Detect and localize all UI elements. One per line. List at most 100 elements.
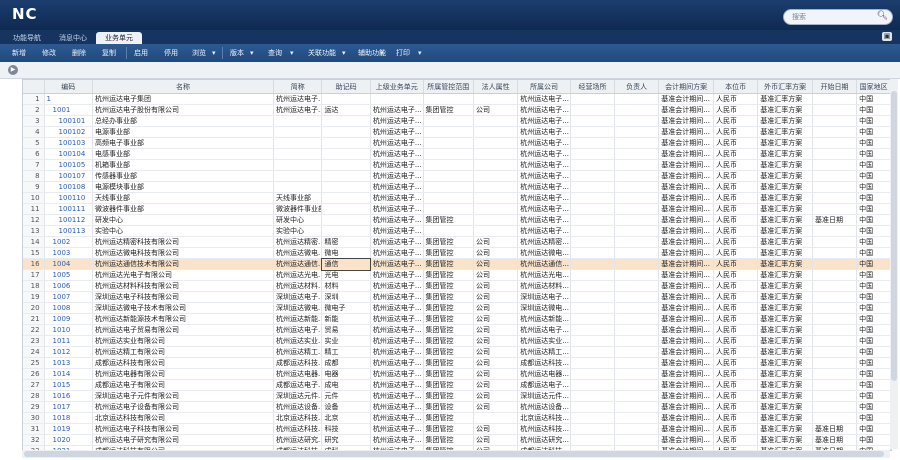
start-date-cell[interactable] bbox=[812, 126, 858, 138]
responsible-cell[interactable] bbox=[614, 159, 660, 171]
short-name-cell[interactable]: 杭州运达微电... bbox=[273, 247, 323, 259]
query-dropdown-icon[interactable]: ▾ bbox=[286, 47, 298, 59]
legal-attribute-cell[interactable]: 公司 bbox=[473, 434, 519, 446]
mnemonic-cell[interactable]: 运达 bbox=[321, 104, 371, 116]
accounting-period-cell[interactable]: 基准会计期间... bbox=[658, 280, 715, 292]
responsible-cell[interactable] bbox=[614, 357, 660, 369]
currency-cell[interactable]: 人民币 bbox=[713, 148, 759, 160]
name-cell[interactable]: 杭州运达电器有限公司 bbox=[92, 368, 275, 380]
exchange-rate-cell[interactable]: 基准汇率方案 bbox=[757, 181, 813, 193]
mnemonic-cell[interactable] bbox=[321, 159, 371, 171]
country-cell[interactable]: 中国 bbox=[856, 401, 891, 413]
row-number[interactable]: 19 bbox=[23, 291, 45, 303]
header-exchange-rate[interactable]: 外币汇率方案 bbox=[757, 80, 813, 94]
short-name-cell[interactable]: 杭州运达科技... bbox=[273, 423, 323, 435]
responsible-cell[interactable] bbox=[614, 126, 660, 138]
header-currency[interactable]: 本位币 bbox=[713, 80, 759, 94]
control-scope-cell[interactable]: 集团管控 bbox=[423, 346, 475, 358]
currency-cell[interactable]: 人民币 bbox=[713, 181, 759, 193]
currency-cell[interactable]: 人民币 bbox=[713, 423, 759, 435]
company-cell[interactable]: 杭州运达电子... bbox=[517, 214, 571, 226]
company-cell[interactable]: 杭州运达新能... bbox=[517, 313, 571, 325]
accounting-period-cell[interactable]: 基准会计期间... bbox=[658, 390, 715, 402]
code-cell[interactable]: 1017 bbox=[44, 401, 93, 413]
business-place-cell[interactable] bbox=[570, 335, 616, 347]
code-cell[interactable]: 1009 bbox=[44, 313, 93, 325]
header-code[interactable]: 编码 bbox=[44, 80, 93, 94]
accounting-period-cell[interactable]: 基准会计期间... bbox=[658, 357, 715, 369]
legal-attribute-cell[interactable] bbox=[473, 93, 519, 105]
mnemonic-cell[interactable]: 贸易 bbox=[321, 324, 371, 336]
control-scope-cell[interactable]: 集团管控 bbox=[423, 258, 475, 270]
row-number[interactable]: 18 bbox=[23, 280, 45, 292]
control-scope-cell[interactable]: 集团管控 bbox=[423, 390, 475, 402]
control-scope-cell[interactable]: 集团管控 bbox=[423, 324, 475, 336]
legal-attribute-cell[interactable]: 公司 bbox=[473, 258, 519, 270]
start-date-cell[interactable] bbox=[812, 192, 858, 204]
mnemonic-cell[interactable]: 材料 bbox=[321, 280, 371, 292]
print-dropdown-icon[interactable]: ▾ bbox=[414, 47, 426, 59]
mnemonic-cell[interactable] bbox=[321, 214, 371, 226]
legal-attribute-cell[interactable] bbox=[473, 115, 519, 127]
short-name-cell[interactable]: 杭州运达电器... bbox=[273, 368, 323, 380]
browse-button[interactable]: 浏览 bbox=[188, 47, 210, 59]
code-cell[interactable]: 100112 bbox=[44, 214, 93, 226]
name-cell[interactable]: 北京运达科技有限公司 bbox=[92, 412, 275, 424]
responsible-cell[interactable] bbox=[614, 346, 660, 358]
responsible-cell[interactable] bbox=[614, 236, 660, 248]
row-number[interactable]: 14 bbox=[23, 236, 45, 248]
mnemonic-cell[interactable] bbox=[321, 93, 371, 105]
parent-unit-cell[interactable]: 杭州运达电子... bbox=[370, 225, 424, 237]
mnemonic-cell[interactable] bbox=[321, 192, 371, 204]
control-scope-cell[interactable]: 集团管控 bbox=[423, 214, 475, 226]
header-company[interactable]: 所属公司 bbox=[517, 80, 571, 94]
mnemonic-cell[interactable] bbox=[321, 203, 371, 215]
start-date-cell[interactable] bbox=[812, 258, 858, 270]
parent-unit-cell[interactable] bbox=[370, 93, 424, 105]
country-cell[interactable]: 中国 bbox=[856, 269, 891, 281]
accounting-period-cell[interactable]: 基准会计期间... bbox=[658, 412, 715, 424]
company-cell[interactable]: 杭州运达光电... bbox=[517, 269, 571, 281]
header-short-name[interactable]: 简称 bbox=[273, 80, 323, 94]
header-country[interactable]: 国家地区 bbox=[856, 80, 891, 94]
start-date-cell[interactable]: 基准日期 bbox=[812, 423, 858, 435]
code-cell[interactable]: 1002 bbox=[44, 236, 93, 248]
code-cell[interactable]: 100108 bbox=[44, 181, 93, 193]
accounting-period-cell[interactable]: 基准会计期间... bbox=[658, 115, 715, 127]
short-name-cell[interactable]: 杭州运达电子... bbox=[273, 324, 323, 336]
table-row[interactable]: 14 1002 杭州运达精密科技有限公司 杭州运达精密... 精密 杭州运达电子... 集团… bbox=[23, 236, 891, 248]
table-row[interactable]: 3 100101 总经办事业部 杭州运达电子... 杭州运达电子... 基准会计期间...… bbox=[23, 115, 891, 127]
responsible-cell[interactable] bbox=[614, 280, 660, 292]
exchange-rate-cell[interactable]: 基准汇率方案 bbox=[757, 159, 813, 171]
legal-attribute-cell[interactable] bbox=[473, 192, 519, 204]
country-cell[interactable]: 中国 bbox=[856, 236, 891, 248]
company-cell[interactable]: 杭州运达通信... bbox=[517, 258, 571, 270]
table-row[interactable]: 2 1001 杭州运达电子股份有限公司 杭州运达电子... 运达 杭州运达电子... 集团管… bbox=[23, 104, 891, 116]
code-cell[interactable]: 100110 bbox=[44, 192, 93, 204]
responsible-cell[interactable] bbox=[614, 390, 660, 402]
currency-cell[interactable]: 人民币 bbox=[713, 214, 759, 226]
mnemonic-cell[interactable]: 北京 bbox=[321, 412, 371, 424]
header-mnemonic[interactable]: 助记码 bbox=[321, 80, 371, 94]
business-place-cell[interactable] bbox=[570, 390, 616, 402]
name-cell[interactable]: 杭州运达新能源技术有限公司 bbox=[92, 313, 275, 325]
accounting-period-cell[interactable]: 基准会计期间... bbox=[658, 137, 715, 149]
control-scope-cell[interactable]: 集团管控 bbox=[423, 423, 475, 435]
parent-unit-cell[interactable]: 杭州运达电子... bbox=[370, 401, 424, 413]
row-number[interactable]: 17 bbox=[23, 269, 45, 281]
currency-cell[interactable]: 人民币 bbox=[713, 412, 759, 424]
country-cell[interactable]: 中国 bbox=[856, 192, 891, 204]
row-number[interactable]: 25 bbox=[23, 357, 45, 369]
accounting-period-cell[interactable]: 基准会计期间... bbox=[658, 401, 715, 413]
related-dropdown-icon[interactable]: ▾ bbox=[338, 47, 350, 59]
table-row[interactable]: 32 1020 杭州运达电子研究有限公司 杭州运达研究... 研究 杭州运达电子... 集团… bbox=[23, 434, 891, 446]
version-dropdown-icon[interactable]: ▾ bbox=[246, 47, 258, 59]
accounting-period-cell[interactable]: 基准会计期间... bbox=[658, 423, 715, 435]
code-cell[interactable]: 100101 bbox=[44, 115, 93, 127]
currency-cell[interactable]: 人民币 bbox=[713, 159, 759, 171]
control-scope-cell[interactable]: 集团管控 bbox=[423, 379, 475, 391]
country-cell[interactable]: 中国 bbox=[856, 280, 891, 292]
exchange-rate-cell[interactable]: 基准汇率方案 bbox=[757, 203, 813, 215]
company-cell[interactable]: 杭州运达科技... bbox=[517, 423, 571, 435]
table-row[interactable]: 30 1018 北京运达科技有限公司 北京运达科技... 北京 杭州运达电子... 集团管控… bbox=[23, 412, 891, 424]
